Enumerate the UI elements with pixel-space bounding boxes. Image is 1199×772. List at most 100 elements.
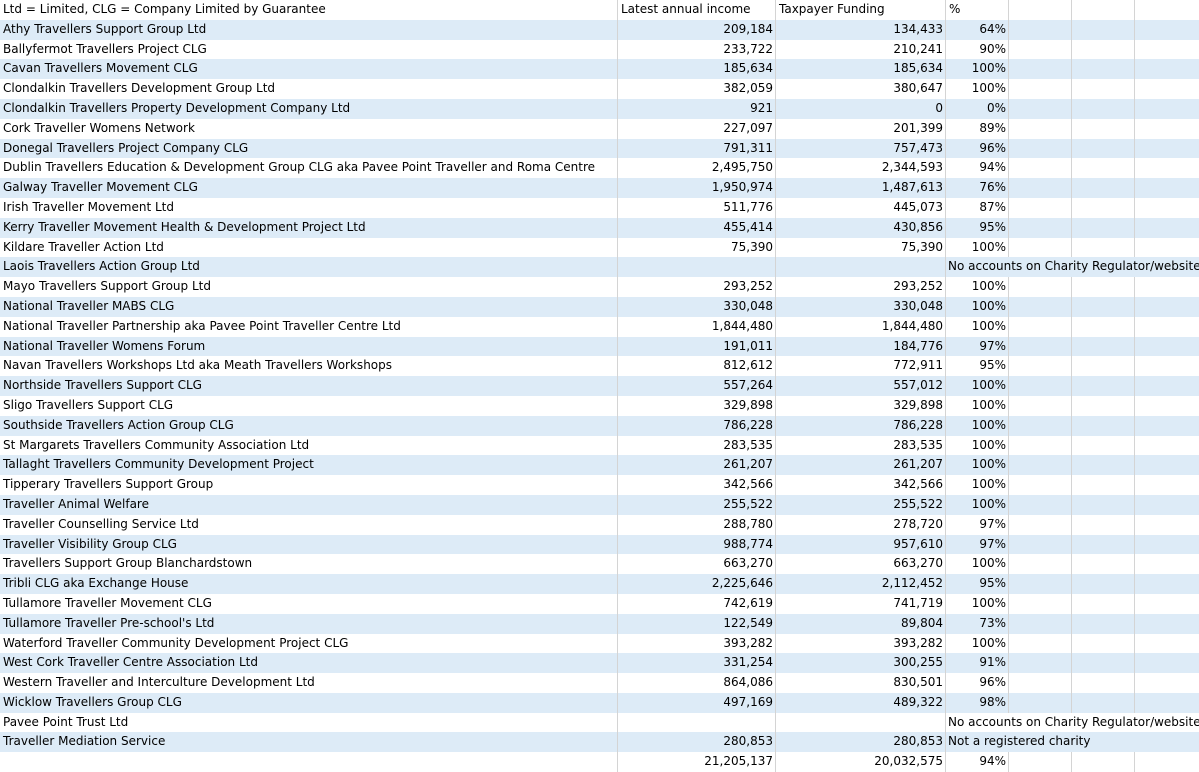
percent-cell[interactable]: 97% bbox=[946, 534, 1009, 555]
taxpayer-funding-cell[interactable]: 772,911 bbox=[776, 356, 946, 377]
empty-cell[interactable] bbox=[1135, 337, 1199, 357]
empty-cell[interactable] bbox=[1009, 296, 1072, 317]
organisation-name-cell[interactable]: Ballyfermot Travellers Project CLG bbox=[0, 39, 618, 60]
empty-cell[interactable] bbox=[1135, 139, 1199, 159]
income-cell[interactable]: 497,169 bbox=[618, 692, 776, 713]
taxpayer-funding-cell[interactable]: 830,501 bbox=[776, 673, 946, 693]
empty-cell[interactable] bbox=[1135, 455, 1199, 475]
empty-cell[interactable] bbox=[1009, 395, 1072, 416]
organisation-name-cell[interactable]: St Margarets Travellers Community Associ… bbox=[0, 435, 618, 456]
income-cell[interactable]: 393,282 bbox=[618, 633, 776, 654]
empty-cell[interactable] bbox=[1009, 475, 1072, 495]
income-cell[interactable]: 342,566 bbox=[618, 475, 776, 495]
empty-cell[interactable] bbox=[1072, 98, 1135, 119]
percent-cell[interactable]: 96% bbox=[946, 138, 1009, 159]
empty-cell[interactable] bbox=[1135, 119, 1199, 139]
empty-cell[interactable] bbox=[1009, 237, 1072, 258]
empty-cell[interactable] bbox=[1135, 653, 1199, 673]
empty-cell[interactable] bbox=[1135, 475, 1199, 495]
empty-cell[interactable] bbox=[1072, 692, 1135, 713]
percent-cell[interactable]: 97% bbox=[946, 514, 1009, 535]
income-cell[interactable]: 331,254 bbox=[618, 653, 776, 674]
empty-cell[interactable] bbox=[1072, 197, 1135, 218]
taxpayer-funding-cell[interactable]: 2,344,593 bbox=[776, 158, 946, 179]
taxpayer-funding-cell[interactable]: 89,804 bbox=[776, 613, 946, 634]
percent-cell[interactable]: 73% bbox=[946, 613, 1009, 634]
empty-cell[interactable] bbox=[1072, 0, 1135, 20]
empty-cell[interactable] bbox=[1009, 158, 1072, 179]
empty-cell[interactable] bbox=[1009, 752, 1072, 772]
empty-cell[interactable] bbox=[1135, 634, 1199, 654]
organisation-name-cell[interactable]: National Traveller MABS CLG bbox=[0, 296, 618, 317]
percent-cell[interactable]: 94% bbox=[946, 158, 1009, 179]
empty-cell[interactable] bbox=[1135, 614, 1199, 634]
organisation-name-cell[interactable]: Cavan Travellers Movement CLG bbox=[0, 59, 618, 80]
empty-cell[interactable] bbox=[1072, 356, 1135, 377]
empty-cell[interactable] bbox=[1072, 633, 1135, 654]
header-percent-cell[interactable]: % bbox=[946, 0, 1009, 20]
empty-cell[interactable] bbox=[1009, 316, 1072, 337]
income-cell[interactable]: 185,634 bbox=[618, 59, 776, 80]
income-cell[interactable]: 261,207 bbox=[618, 455, 776, 476]
empty-cell[interactable] bbox=[1072, 395, 1135, 416]
empty-cell[interactable] bbox=[1072, 494, 1135, 515]
empty-cell[interactable] bbox=[1072, 673, 1135, 693]
empty-cell[interactable] bbox=[1009, 633, 1072, 654]
income-cell[interactable]: 330,048 bbox=[618, 296, 776, 317]
empty-cell[interactable] bbox=[1072, 613, 1135, 634]
percent-cell[interactable]: 100% bbox=[946, 59, 1009, 80]
taxpayer-funding-cell[interactable] bbox=[776, 257, 946, 278]
income-cell[interactable]: 293,252 bbox=[618, 277, 776, 297]
empty-cell[interactable] bbox=[1072, 178, 1135, 198]
income-cell[interactable]: 921 bbox=[618, 98, 776, 119]
organisation-name-cell[interactable]: Tipperary Travellers Support Group bbox=[0, 475, 618, 495]
empty-cell[interactable] bbox=[1135, 554, 1199, 574]
empty-cell[interactable] bbox=[1009, 593, 1072, 614]
empty-cell[interactable] bbox=[1072, 752, 1135, 772]
income-cell[interactable]: 280,853 bbox=[618, 732, 776, 753]
empty-cell[interactable] bbox=[1009, 514, 1072, 535]
taxpayer-funding-cell[interactable]: 300,255 bbox=[776, 653, 946, 674]
income-cell[interactable]: 742,619 bbox=[618, 593, 776, 614]
empty-cell[interactable] bbox=[1009, 336, 1072, 357]
empty-cell[interactable] bbox=[1009, 19, 1072, 40]
income-cell[interactable]: 233,722 bbox=[618, 39, 776, 60]
empty-cell[interactable] bbox=[1135, 277, 1199, 297]
empty-cell[interactable] bbox=[1072, 653, 1135, 674]
percent-cell[interactable]: 100% bbox=[946, 633, 1009, 654]
empty-cell[interactable] bbox=[1009, 673, 1072, 693]
totals-label-cell[interactable] bbox=[0, 752, 618, 772]
percent-cell[interactable]: 100% bbox=[946, 395, 1009, 416]
empty-cell[interactable] bbox=[1072, 336, 1135, 357]
organisation-name-cell[interactable]: Waterford Traveller Community Developmen… bbox=[0, 633, 618, 654]
empty-cell[interactable] bbox=[1009, 217, 1072, 238]
empty-cell[interactable] bbox=[1009, 554, 1072, 575]
taxpayer-funding-cell[interactable] bbox=[776, 712, 946, 733]
empty-cell[interactable] bbox=[1009, 435, 1072, 456]
income-cell[interactable]: 122,549 bbox=[618, 613, 776, 634]
income-cell[interactable]: 255,522 bbox=[618, 494, 776, 515]
organisation-name-cell[interactable]: National Traveller Partnership aka Pavee… bbox=[0, 316, 618, 337]
taxpayer-funding-cell[interactable]: 663,270 bbox=[776, 554, 946, 575]
empty-cell[interactable] bbox=[1072, 277, 1135, 297]
percent-cell[interactable]: 95% bbox=[946, 217, 1009, 238]
percent-cell[interactable]: 91% bbox=[946, 653, 1009, 674]
empty-cell[interactable] bbox=[1009, 574, 1072, 594]
income-cell[interactable]: 191,011 bbox=[618, 336, 776, 357]
percent-cell[interactable]: 100% bbox=[946, 296, 1009, 317]
taxpayer-funding-cell[interactable]: 293,252 bbox=[776, 277, 946, 297]
taxpayer-funding-cell[interactable]: 184,776 bbox=[776, 336, 946, 357]
taxpayer-funding-cell[interactable]: 1,844,480 bbox=[776, 316, 946, 337]
income-cell[interactable]: 455,414 bbox=[618, 217, 776, 238]
empty-cell[interactable] bbox=[1135, 396, 1199, 416]
income-cell[interactable]: 864,086 bbox=[618, 673, 776, 693]
organisation-name-cell[interactable]: Cork Traveller Womens Network bbox=[0, 118, 618, 139]
organisation-name-cell[interactable]: Tullamore Traveller Movement CLG bbox=[0, 593, 618, 614]
empty-cell[interactable] bbox=[1009, 59, 1072, 80]
organisation-name-cell[interactable]: Travellers Support Group Blanchardstown bbox=[0, 554, 618, 575]
percent-cell[interactable]: 76% bbox=[946, 178, 1009, 198]
percent-cell[interactable]: 100% bbox=[946, 415, 1009, 436]
percent-cell[interactable]: 95% bbox=[946, 356, 1009, 377]
organisation-name-cell[interactable]: Pavee Point Trust Ltd bbox=[0, 712, 618, 733]
income-cell[interactable]: 75,390 bbox=[618, 237, 776, 258]
